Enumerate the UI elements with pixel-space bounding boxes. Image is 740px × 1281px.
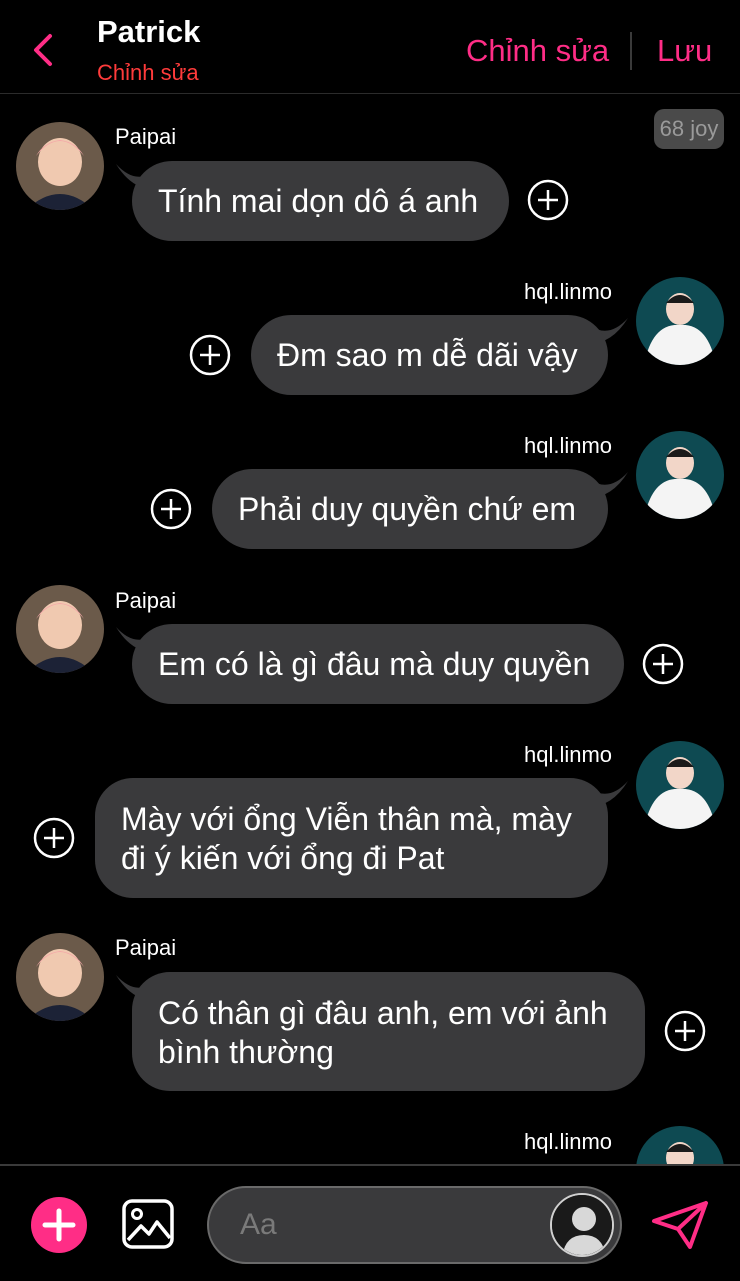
- avatar-hql-linmo[interactable]: [636, 741, 724, 829]
- save-button[interactable]: Lưu: [657, 33, 712, 69]
- avatar-paipai[interactable]: [16, 933, 104, 1021]
- edit-button[interactable]: Chỉnh sửa: [466, 33, 609, 69]
- message-bubble[interactable]: Phải duy quyền chứ em: [212, 469, 608, 549]
- sender-name: hql.linmo: [524, 1129, 613, 1154]
- avatar-paipai[interactable]: [16, 585, 104, 673]
- header-divider: [630, 32, 632, 70]
- image-icon[interactable]: [121, 1198, 175, 1250]
- message-bubble[interactable]: Mày với ổng Viễn thân mà, mày đi ý kiến …: [95, 778, 608, 898]
- sender-name: hql.linmo: [524, 279, 613, 304]
- sender-name: Paipai: [115, 588, 177, 613]
- back-chevron-icon[interactable]: [26, 30, 62, 70]
- user-avatar-icon[interactable]: [550, 1193, 614, 1257]
- sender-name: Paipai: [115, 124, 177, 149]
- add-reaction-icon[interactable]: [189, 334, 231, 376]
- add-button[interactable]: [31, 1197, 87, 1253]
- send-icon[interactable]: [650, 1199, 710, 1251]
- avatar-hql-linmo[interactable]: [636, 431, 724, 519]
- message-bubble[interactable]: Đm sao m dễ dãi vậy: [251, 315, 608, 395]
- message-bubble[interactable]: Em có là gì đâu mà duy quyền: [132, 624, 624, 704]
- plus-icon: [42, 1208, 76, 1242]
- avatar-paipai[interactable]: [16, 122, 104, 210]
- sender-name: hql.linmo: [524, 742, 613, 767]
- add-reaction-icon[interactable]: [642, 643, 684, 685]
- message-input-placeholder: Aa: [240, 1208, 277, 1241]
- sender-name: hql.linmo: [524, 433, 613, 458]
- message-input[interactable]: Aa: [207, 1186, 622, 1264]
- add-reaction-icon[interactable]: [527, 179, 569, 221]
- chat-header: Patrick Chỉnh sửa Chỉnh sửa Lưu: [0, 0, 740, 94]
- joy-badge: 68 joy: [654, 109, 724, 149]
- message-bubble[interactable]: Có thân gì đâu anh, em với ảnh bình thườ…: [132, 972, 645, 1091]
- sender-name: Paipai: [115, 935, 177, 960]
- chat-title: Patrick: [97, 14, 201, 49]
- composer-bar: Aa: [0, 1164, 740, 1281]
- add-reaction-icon[interactable]: [33, 817, 75, 859]
- avatar-hql-linmo[interactable]: [636, 277, 724, 365]
- message-bubble[interactable]: Tính mai dọn dô á anh: [132, 161, 509, 241]
- chat-subtitle[interactable]: Chỉnh sửa: [97, 60, 199, 86]
- add-reaction-icon[interactable]: [150, 488, 192, 530]
- add-reaction-icon[interactable]: [664, 1010, 706, 1052]
